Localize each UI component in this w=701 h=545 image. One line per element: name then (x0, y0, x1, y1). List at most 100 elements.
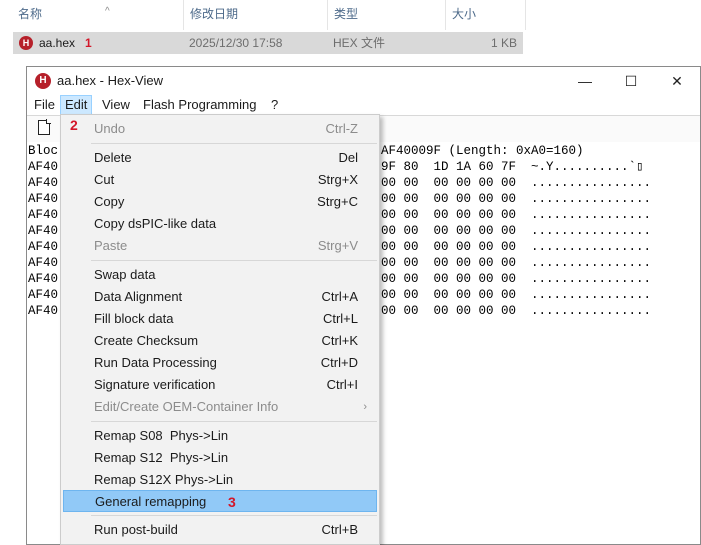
content-line-left: AF40 (28, 176, 59, 190)
content-line-left: AF40 (28, 192, 59, 206)
hex-view-app-icon: H (35, 73, 51, 89)
column-header-name-label: 名称 (18, 7, 43, 21)
content-line-right: 00 00 00 00 00 00 ................ (381, 272, 652, 286)
menu-edit[interactable]: Edit (60, 95, 93, 115)
content-line-right: 9F 80 1D 1A 60 7F ~.Y..........`▯ (381, 160, 644, 174)
hex-file-icon: H (19, 36, 33, 50)
menu-item-run-data-processing[interactable]: Run Data Processing Ctrl+D (63, 352, 377, 374)
menu-help[interactable]: ? (267, 96, 282, 114)
menu-item-data-alignment[interactable]: Data Alignment Ctrl+A (63, 286, 377, 308)
content-line-left: AF40 (28, 208, 59, 222)
file-row-aa-hex[interactable]: H aa.hex 1 2025/12/30 17:58 HEX 文件 1 KB (13, 32, 523, 54)
menu-item-label: Remap S08 Phys->Lin (94, 428, 229, 443)
menu-item-copy-dspic[interactable]: Copy dsPIC-like data (63, 213, 377, 235)
menu-item-cut[interactable]: Cut Strg+X (63, 169, 377, 191)
menu-item-shortcut: Strg+V (317, 238, 358, 253)
menu-item-oem-container-info[interactable]: Edit/Create OEM-Container Info › (63, 396, 377, 418)
content-line-left: AF40 (28, 256, 59, 270)
menu-item-shortcut: Del (338, 150, 358, 165)
edit-menu-dropdown: 2 Undo Ctrl-Z Delete Del Cut Strg+X Copy… (60, 114, 380, 545)
menu-item-shortcut: Ctrl+L (322, 311, 358, 326)
menu-item-shortcut: Ctrl+A (321, 289, 358, 304)
column-header-type-label: 类型 (334, 7, 359, 21)
minimize-button[interactable]: — (562, 67, 608, 95)
menu-item-label: Paste (94, 238, 128, 253)
window-title: aa.hex - Hex-View (57, 73, 163, 88)
menu-item-label: Undo (94, 121, 126, 136)
menu-item-label: Copy dsPIC-like data (94, 216, 217, 231)
menu-item-label: Create Checksum (94, 333, 199, 348)
menu-item-shortcut: Ctrl-Z (325, 121, 359, 136)
content-line-right: 00 00 00 00 00 00 ................ (381, 224, 652, 238)
menu-flash-programming[interactable]: Flash Programming (139, 96, 260, 114)
menu-item-shortcut: Ctrl+I (326, 377, 358, 392)
menu-item-label: Copy (94, 194, 125, 209)
menu-separator (91, 260, 377, 261)
menu-item-swap-data[interactable]: Swap data (63, 264, 377, 286)
menu-item-label: Swap data (94, 267, 156, 282)
content-line-left: AF40 (28, 272, 59, 286)
menu-separator (91, 143, 377, 144)
column-header-modified-label: 修改日期 (190, 7, 239, 21)
menu-item-remap-s12[interactable]: Remap S12 Phys->Lin (63, 447, 377, 469)
menu-item-copy[interactable]: Copy Strg+C (63, 191, 377, 213)
file-name: aa.hex (39, 36, 76, 50)
column-header-modified[interactable]: 修改日期 (184, 0, 328, 30)
step-marker-1: 1 (85, 36, 92, 50)
content-line-right: AF40009F (Length: 0xA0=160) (381, 144, 584, 158)
menu-view[interactable]: View (98, 96, 134, 114)
file-size: 1 KB (491, 36, 518, 50)
menu-item-paste[interactable]: Paste Strg+V (63, 235, 377, 257)
maximize-button[interactable]: ☐ (608, 67, 654, 95)
menu-item-remap-s12x[interactable]: Remap S12X Phys->Lin (63, 469, 377, 491)
menu-item-signature-verification[interactable]: Signature verification Ctrl+I (63, 374, 377, 396)
column-header-type[interactable]: 类型 (328, 0, 446, 30)
menu-item-label: Edit/Create OEM-Container Info (94, 399, 279, 414)
menu-item-run-post-build[interactable]: Run post-build Ctrl+B (63, 519, 377, 541)
content-line-left: AF40 (28, 288, 59, 302)
menu-item-shortcut: Strg+X (317, 172, 358, 187)
menu-item-label: Data Alignment (94, 289, 183, 304)
menu-item-create-checksum[interactable]: Create Checksum Ctrl+K (63, 330, 377, 352)
menu-item-delete[interactable]: Delete Del (63, 147, 377, 169)
content-line-right: 00 00 00 00 00 00 ................ (381, 240, 652, 254)
close-button[interactable]: ✕ (654, 67, 700, 95)
menu-file[interactable]: File (30, 96, 59, 114)
menu-separator (91, 421, 377, 422)
column-header-name[interactable]: 名称 ^ (12, 0, 184, 30)
content-line-left: AF40 (28, 160, 59, 174)
menu-item-general-remapping[interactable]: General remapping 3 (63, 490, 377, 512)
menu-item-label: General remapping (95, 494, 207, 509)
step-marker-3: 3 (228, 494, 236, 510)
menu-item-shortcut: Ctrl+K (321, 333, 358, 348)
file-modified: 2025/12/30 17:58 (189, 36, 283, 50)
menu-item-label: Run post-build (94, 522, 178, 537)
content-line-right: 00 00 00 00 00 00 ................ (381, 208, 652, 222)
column-header-size[interactable]: 大小 (446, 0, 526, 30)
content-line-right: 00 00 00 00 00 00 ................ (381, 304, 652, 318)
new-document-icon[interactable] (38, 119, 51, 135)
menu-item-label: Cut (94, 172, 115, 187)
menu-item-fill-block[interactable]: Fill block data Ctrl+L (63, 308, 377, 330)
file-type: HEX 文件 (333, 36, 386, 50)
column-header-size-label: 大小 (452, 7, 477, 21)
file-explorer: 名称 ^ 修改日期 类型 大小 H aa.hex 1 2025/12/30 17… (0, 0, 701, 62)
content-line-left: AF40 (28, 224, 59, 238)
menu-bar: File Edit View Flash Programming ? (27, 95, 700, 115)
menu-item-undo[interactable]: Undo Ctrl-Z (63, 118, 377, 140)
content-line-right: 00 00 00 00 00 00 ................ (381, 176, 652, 190)
content-line-right: 00 00 00 00 00 00 ................ (381, 288, 652, 302)
content-line-left: AF40 (28, 304, 59, 318)
menu-item-label: Delete (94, 150, 132, 165)
content-line-left: Bloc (28, 144, 59, 158)
content-line-left: AF40 (28, 240, 59, 254)
menu-item-shortcut: Strg+C (317, 194, 358, 209)
title-bar[interactable]: H aa.hex - Hex-View — ☐ ✕ (27, 67, 700, 95)
submenu-arrow-icon: › (363, 401, 367, 413)
menu-item-shortcut: Ctrl+B (321, 522, 358, 537)
menu-item-remap-s08[interactable]: Remap S08 Phys->Lin (63, 425, 377, 447)
menu-item-label: Run Data Processing (94, 355, 217, 370)
menu-item-shortcut: Ctrl+D (320, 355, 358, 370)
menu-item-label: Fill block data (94, 311, 174, 326)
menu-item-label: Signature verification (94, 377, 216, 392)
